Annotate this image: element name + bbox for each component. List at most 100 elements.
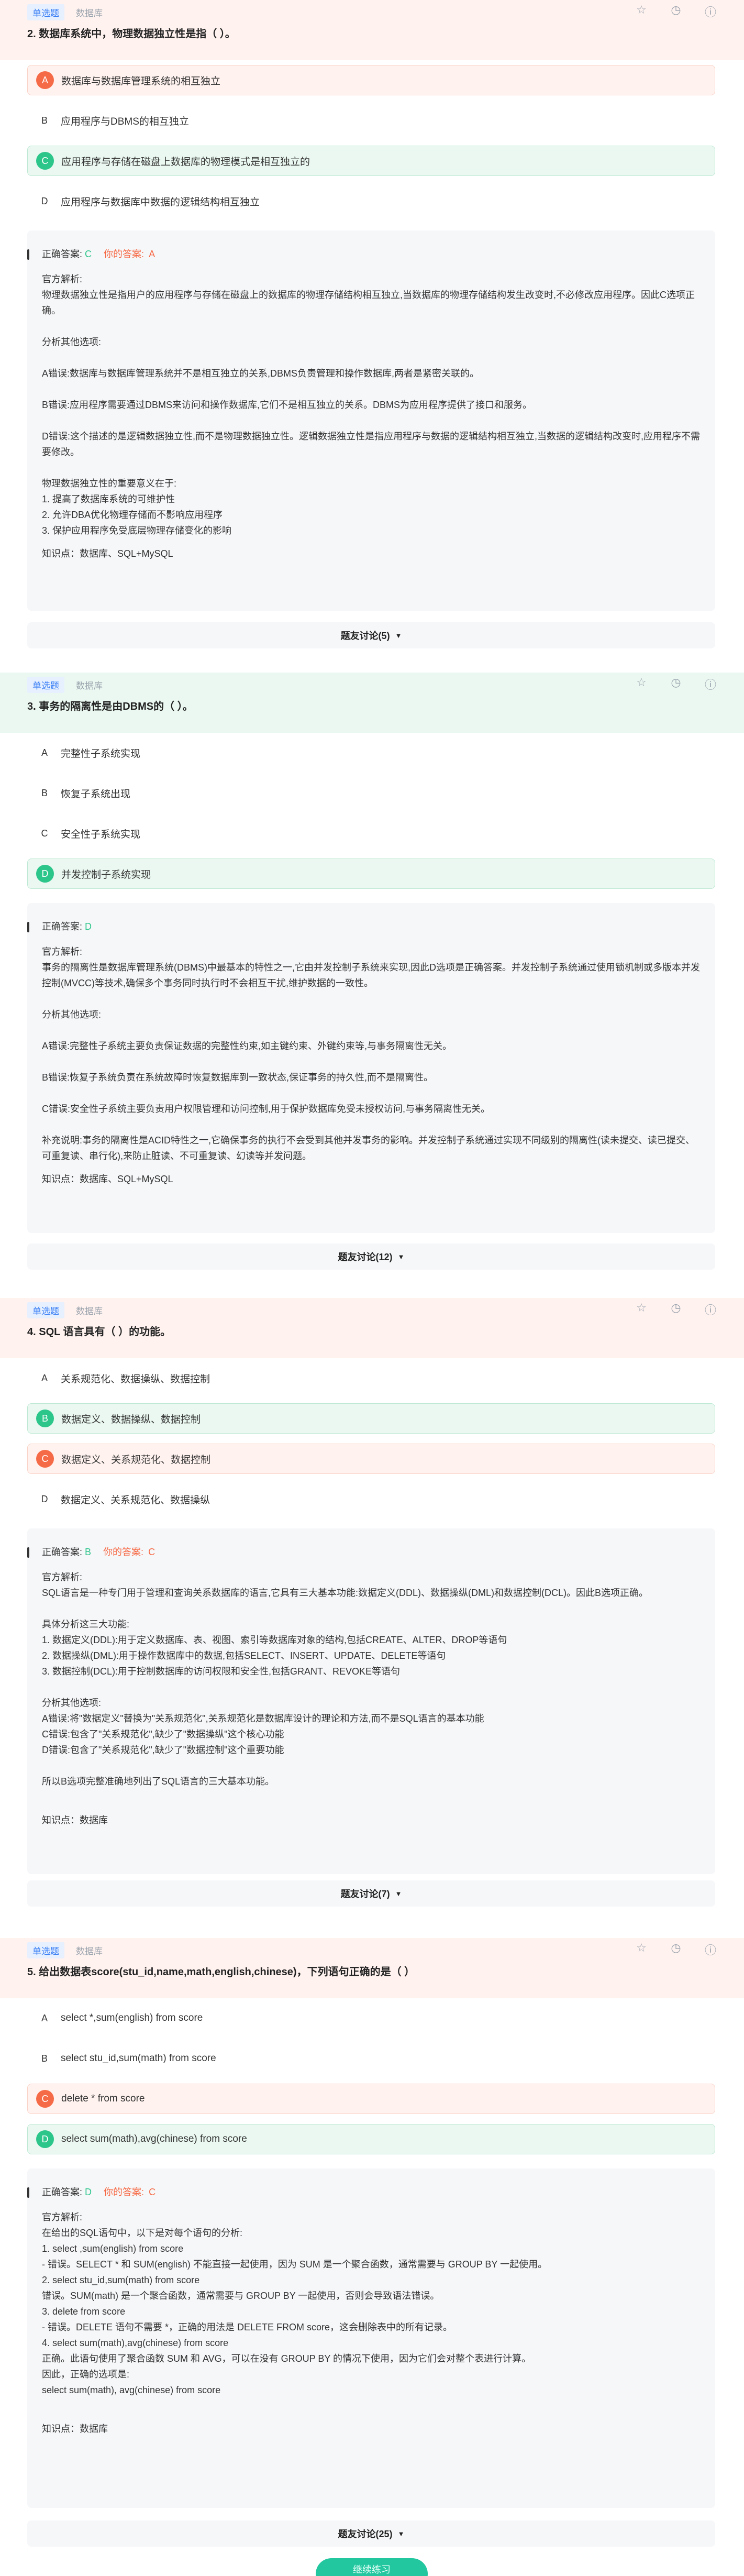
explanation-line: 物理数据独立性是指用户的应用程序与存储在磁盘上的数据库的物理存储结构相互独立,当… xyxy=(42,290,695,316)
discussion-label: 题友讨论(25) xyxy=(338,2529,393,2539)
option-c[interactable]: C 安全性子系统实现 xyxy=(27,818,715,849)
subject-tag[interactable]: 数据库 xyxy=(76,678,103,691)
option-c[interactable]: Cdelete * from score xyxy=(27,2084,715,2114)
question-actions: ☆ ◷ ⓘ xyxy=(635,1941,717,1958)
question-title: 2. 数据库系统中，物理数据独立性是指（ ）。 xyxy=(27,28,236,40)
question-card: 单选题 数据库 ☆ ◷ ⓘ 5. 给出数据表score(stu_id,name,… xyxy=(0,1938,744,2547)
option-a[interactable]: A 关系规范化、数据操纵、数据控制 xyxy=(27,1363,715,1393)
knowledge-points: 知识点：数据库 xyxy=(42,1815,108,1825)
star-icon[interactable]: ☆ xyxy=(635,1301,648,1318)
option-letter: D xyxy=(36,865,54,883)
option-letter: C xyxy=(36,1450,54,1468)
question-header: 单选题 数据库 ☆ ◷ ⓘ 3. 事务的隔离性是由DBMS的（ ）。 xyxy=(0,673,744,733)
knowledge-points: 知识点：数据库 xyxy=(42,2424,108,2434)
option-text: 数据定义、关系规范化、数据控制 xyxy=(61,1454,211,1466)
info-icon[interactable]: ⓘ xyxy=(704,676,717,692)
option-letter: B xyxy=(41,115,48,126)
option-b[interactable]: B 恢复子系统出现 xyxy=(27,778,715,808)
explanation-line: 具体分析这三大功能: xyxy=(42,1619,130,1630)
star-icon[interactable]: ☆ xyxy=(635,3,648,20)
option-text: select *,sum(english) from score xyxy=(61,2012,203,2023)
option-a[interactable]: A 数据库与数据库管理系统的相互独立 xyxy=(27,65,715,95)
option-d[interactable]: D 应用程序与数据库中数据的逻辑结构相互独立 xyxy=(27,186,715,216)
subject-tag[interactable]: 数据库 xyxy=(76,6,103,19)
question-tags: 单选题 数据库 xyxy=(27,1302,103,1318)
option-d[interactable]: D 数据定义、关系规范化、数据操纵 xyxy=(27,1484,715,1514)
explanation-line: 分析其他选项: xyxy=(42,337,102,347)
analysis-label: 官方解析: xyxy=(42,1572,83,1582)
option-b[interactable]: B 数据定义、数据操纵、数据控制 xyxy=(27,1403,715,1434)
info-icon[interactable]: ⓘ xyxy=(704,3,717,20)
option-d[interactable]: D 并发控制子系统实现 xyxy=(27,858,715,889)
discussion-toggle[interactable]: 题友讨论(5) ▼ xyxy=(27,622,715,648)
subject-tag[interactable]: 数据库 xyxy=(76,1944,103,1957)
analysis-panel: 正确答案: D 你的答案: C 官方解析: 在给出的SQL语句中，以下是对每个语… xyxy=(27,2168,715,2508)
option-text: delete * from score xyxy=(61,2093,145,2104)
option-text: 并发控制子系统实现 xyxy=(61,869,151,880)
analysis-panel: 正确答案: D 官方解析: 事务的隔离性是数据库管理系统(DBMS)中最基本的特… xyxy=(27,903,715,1233)
clock-icon[interactable]: ◷ xyxy=(670,676,682,692)
explanation-line: 3. 数据控制(DCL):用于控制数据库的访问权限和安全性,包括GRANT、RE… xyxy=(42,1666,401,1677)
clock-icon[interactable]: ◷ xyxy=(670,3,682,20)
discussion-label: 题友讨论(5) xyxy=(340,631,390,641)
explanation-line xyxy=(42,460,701,476)
discussion-toggle[interactable]: 题友讨论(25) ▼ xyxy=(27,2520,715,2547)
question-title: 5. 给出数据表score(stu_id,name,math,english,c… xyxy=(27,1966,415,1978)
question-card: 单选题 数据库 ☆ ◷ ⓘ 4. SQL 语言具有（ ）的功能。 A 关系规范化、… xyxy=(0,1298,744,1907)
explanation-line: 补充说明:事务的隔离性是ACID特性之一,它确保事务的执行不会受到其他并发事务的… xyxy=(42,1135,695,1161)
discussion-toggle[interactable]: 题友讨论(12) ▼ xyxy=(27,1243,715,1270)
option-a[interactable]: A 完整性子系统实现 xyxy=(27,737,715,768)
subject-tag[interactable]: 数据库 xyxy=(76,1304,103,1317)
discussion-toggle[interactable]: 题友讨论(7) ▼ xyxy=(27,1880,715,1907)
practice-page: 单选题 数据库 ☆ ◷ ⓘ 2. 数据库系统中，物理数据独立性是指（ ）。 A数… xyxy=(0,0,744,2576)
question-card: 单选题 数据库 ☆ ◷ ⓘ 3. 事务的隔离性是由DBMS的（ ）。 A 完整性子… xyxy=(0,673,744,1270)
my-answer-label: 你的答案: xyxy=(103,1547,144,1557)
star-icon[interactable]: ☆ xyxy=(635,676,648,692)
my-answer-label: 你的答案: xyxy=(104,249,145,259)
explanation-line: select sum(math), avg(chinese) from scor… xyxy=(42,2385,221,2395)
explanation-line xyxy=(42,350,701,366)
star-icon[interactable]: ☆ xyxy=(635,1941,648,1958)
my-answer-value: C xyxy=(148,1547,156,1557)
explanation: SQL语言是一种专门用于管理和查询关系数据库的语言,它具有三大基本功能:数据定义… xyxy=(42,1585,701,1805)
continue-button[interactable]: 继续练习 xyxy=(316,2558,428,2576)
answer-line: 正确答案: C 你的答案: A xyxy=(42,246,701,262)
explanation-line xyxy=(42,381,701,397)
explanation-line: D错误:包含了"关系规范化",缺少了"数据控制"这个重要功能 xyxy=(42,1745,284,1755)
option-b[interactable]: Bselect stu_id,sum(math) from score xyxy=(27,2043,715,2074)
explanation-line xyxy=(42,318,701,334)
explanation-line: 错误。SUM(math) 是一个聚合函数，通常需要与 GROUP BY 一起使用… xyxy=(42,2291,440,2301)
option-letter: D xyxy=(41,195,48,206)
correct-answer-label: 正确答案: xyxy=(42,2187,83,2197)
discussion-label: 题友讨论(7) xyxy=(340,1889,390,1899)
option-text: select sum(math),avg(chinese) from score xyxy=(61,2133,247,2144)
option-letter: A xyxy=(41,747,48,758)
explanation-line xyxy=(42,1601,701,1616)
info-icon[interactable]: ⓘ xyxy=(704,1941,717,1958)
correct-answer-label: 正确答案: xyxy=(42,1547,83,1557)
option-letter: C xyxy=(36,152,54,170)
explanation-line: 分析其他选项: xyxy=(42,1009,102,1020)
option-text: 数据库与数据库管理系统的相互独立 xyxy=(61,75,221,87)
answer-line: 正确答案: D xyxy=(42,919,701,934)
clock-icon[interactable]: ◷ xyxy=(670,1301,682,1318)
answer-line: 正确答案: D 你的答案: C xyxy=(42,2184,701,2200)
explanation-line: 3. delete from score xyxy=(42,2306,126,2317)
explanation-line: 事务的隔离性是数据库管理系统(DBMS)中最基本的特性之一,它由并发控制子系统来… xyxy=(42,962,700,988)
clock-icon[interactable]: ◷ xyxy=(670,1941,682,1958)
info-icon[interactable]: ⓘ xyxy=(704,1301,717,1318)
option-a[interactable]: Aselect *,sum(english) from score xyxy=(27,2003,715,2033)
explanation-line xyxy=(42,1085,701,1101)
option-c[interactable]: C 应用程序与存储在磁盘上数据库的物理模式是相互独立的 xyxy=(27,146,715,176)
question-actions: ☆ ◷ ⓘ xyxy=(635,676,717,692)
option-b[interactable]: B 应用程序与DBMS的相互独立 xyxy=(27,105,715,136)
question-tags: 单选题 数据库 xyxy=(27,4,103,20)
option-d[interactable]: Dselect sum(math),avg(chinese) from scor… xyxy=(27,2124,715,2154)
explanation-line: 1. select ,sum(english) from score xyxy=(42,2243,184,2254)
option-c[interactable]: C 数据定义、关系规范化、数据控制 xyxy=(27,1444,715,1474)
option-text: 应用程序与存储在磁盘上数据库的物理模式是相互独立的 xyxy=(61,156,310,168)
explanation-line: 因此，正确的选项是: xyxy=(42,2369,130,2380)
explanation-line: 1. 提高了数据库系统的可维护性 xyxy=(42,494,175,504)
explanation-line: 所以B选项完整准确地列出了SQL语言的三大基本功能。 xyxy=(42,1776,275,1787)
correct-answer-value: D xyxy=(85,2187,92,2197)
